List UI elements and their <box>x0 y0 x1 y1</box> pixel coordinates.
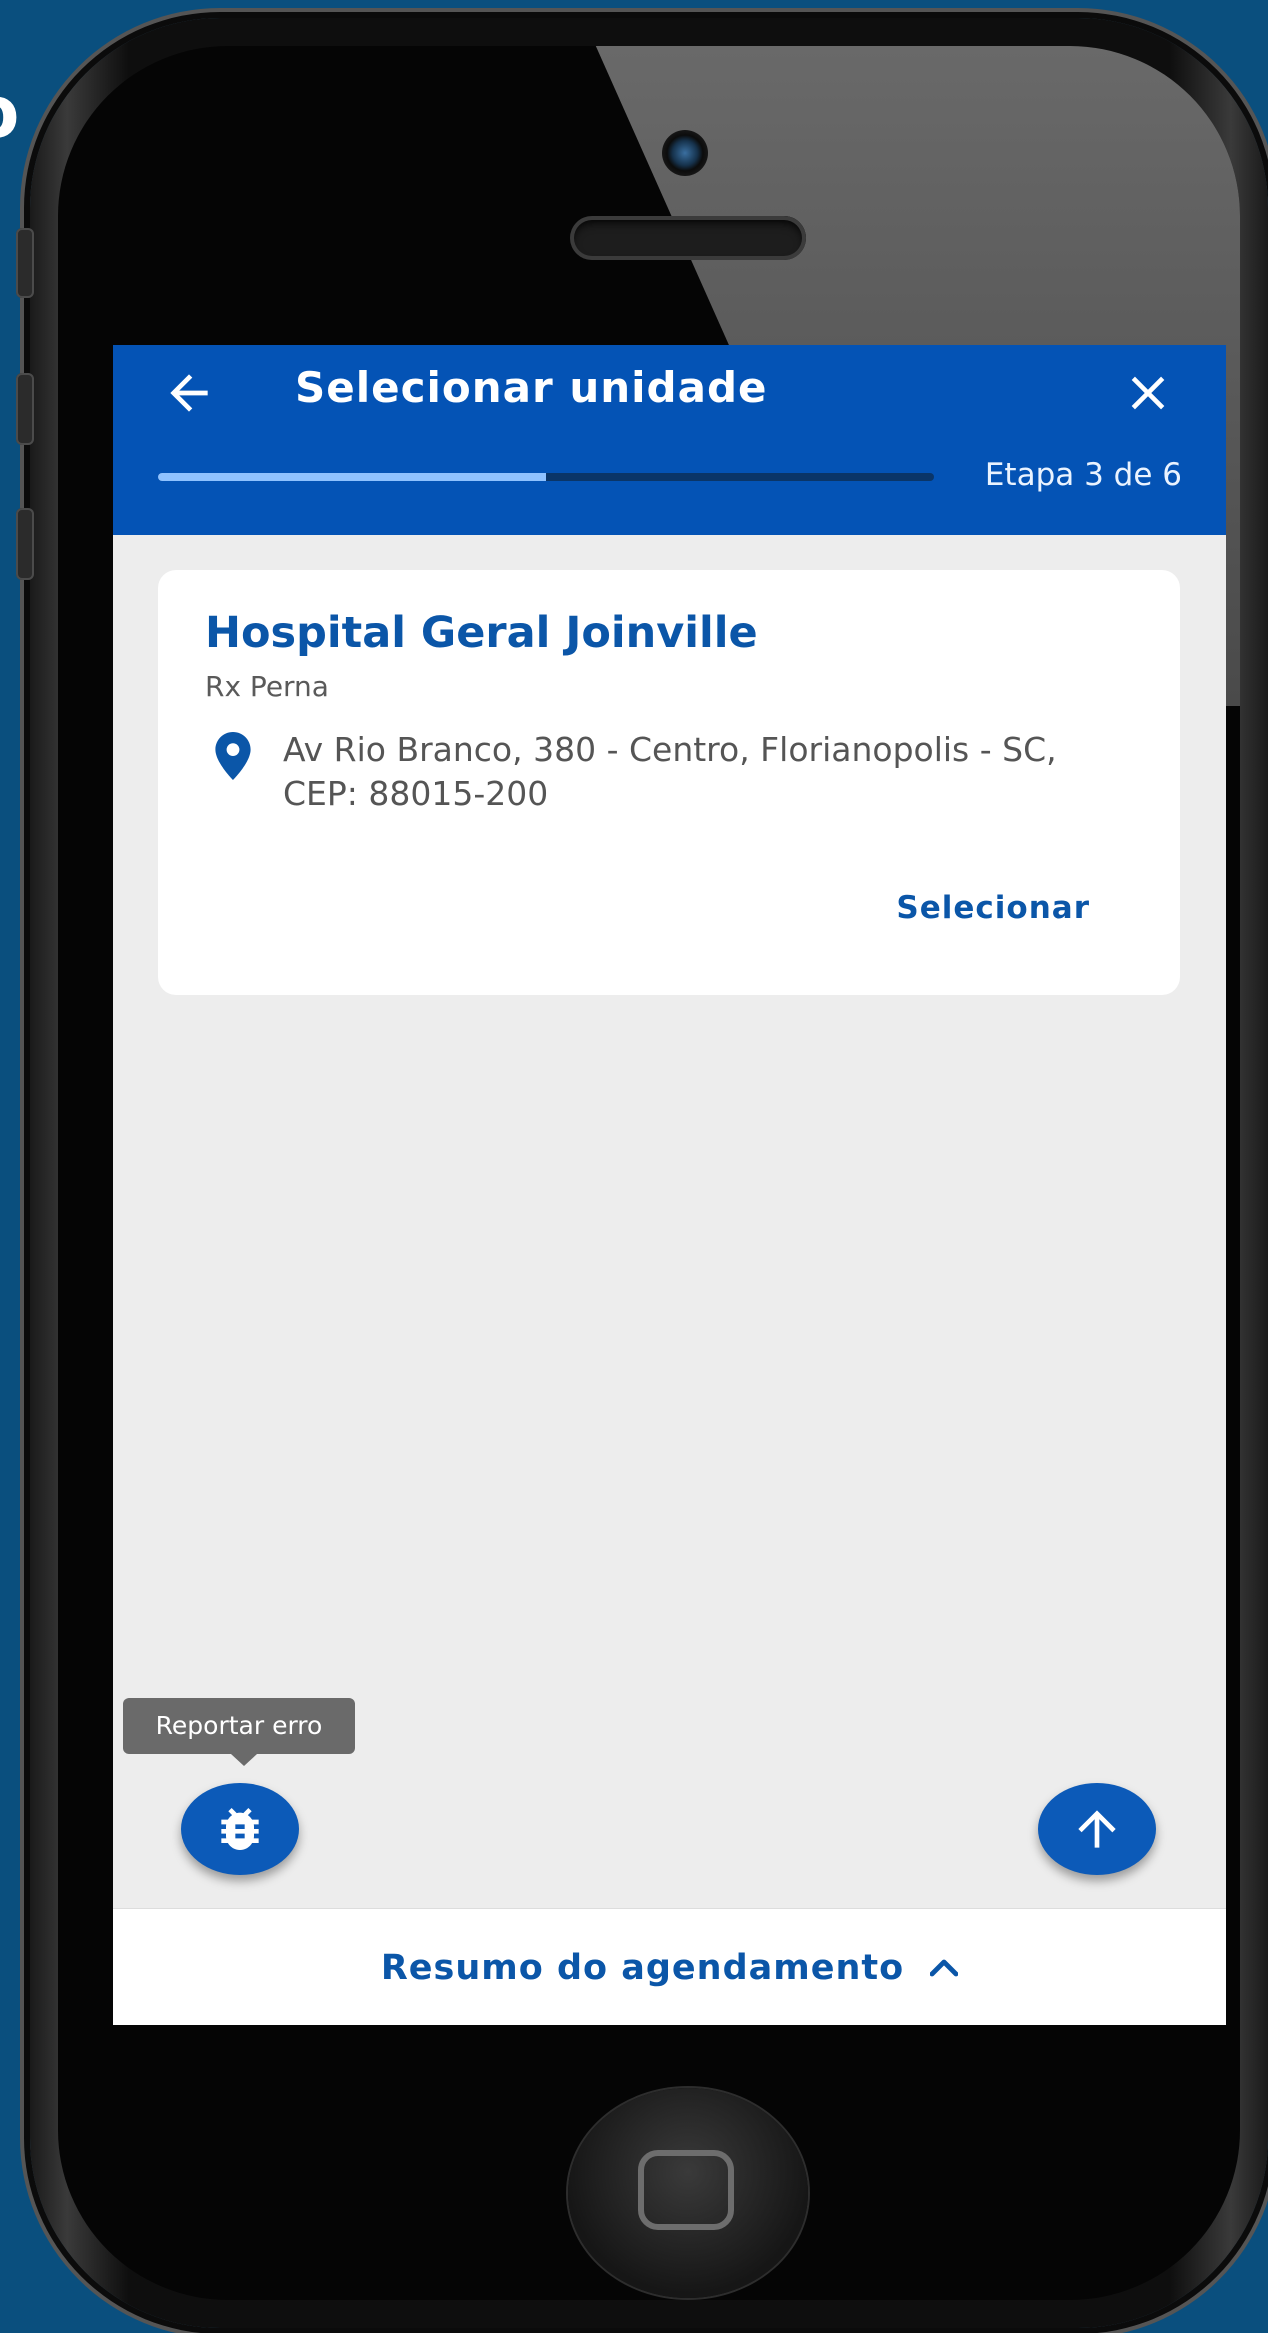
report-error-button[interactable] <box>181 1783 299 1875</box>
unit-address: Av Rio Branco, 380 - Centro, Florianopol… <box>283 730 1057 813</box>
booking-summary-bar[interactable]: Resumo do agendamento <box>113 1908 1226 2025</box>
volume-up-button <box>16 373 34 445</box>
arrow-left-icon[interactable] <box>161 365 217 421</box>
unit-card: Hospital Geral Joinville Rx Perna Av Rio… <box>158 570 1180 995</box>
step-progress-bar <box>158 473 934 481</box>
select-unit-button[interactable]: Selecionar <box>896 890 1090 926</box>
scroll-to-top-button[interactable] <box>1038 1783 1156 1875</box>
mute-switch <box>16 228 34 298</box>
step-indicator: Etapa 3 de 6 <box>984 457 1182 493</box>
app-screen: Selecionar unidade Etapa 3 de 6 Hospital… <box>113 345 1226 2025</box>
booking-summary-label: Resumo do agendamento <box>380 1947 905 1988</box>
earpiece-speaker <box>570 216 806 260</box>
step-progress-fill <box>158 473 546 481</box>
exam-name: Rx Perna <box>205 670 329 703</box>
close-icon[interactable] <box>1120 365 1176 421</box>
bug-icon <box>221 1808 259 1850</box>
app-bar: Selecionar unidade Etapa 3 de 6 <box>113 345 1226 535</box>
page-title: Selecionar unidade <box>295 363 768 412</box>
report-error-tooltip: Reportar erro <box>123 1698 355 1754</box>
tooltip-arrow <box>231 1754 257 1766</box>
map-pin-icon <box>215 732 251 780</box>
home-button[interactable] <box>568 2088 808 2298</box>
home-square-icon <box>638 2150 734 2230</box>
unit-name: Hospital Geral Joinville <box>205 608 758 658</box>
chevron-up-icon <box>930 1959 959 1976</box>
arrow-up-icon <box>1078 1810 1116 1848</box>
background-text-fragment: o <box>0 70 19 154</box>
front-camera <box>662 130 708 176</box>
volume-down-button <box>16 508 34 580</box>
